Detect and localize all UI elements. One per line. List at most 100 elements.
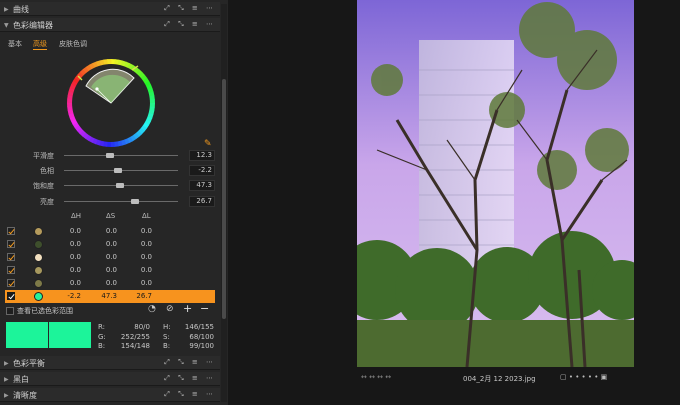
section-title: 色彩平衡	[13, 359, 45, 368]
slider-track[interactable]	[64, 199, 178, 204]
expand-triangle-icon[interactable]: ▶	[4, 6, 9, 13]
column-header-dl: ΔL	[142, 212, 151, 220]
expand-triangle-icon[interactable]: ▶	[4, 392, 9, 399]
table-row[interactable]: 0.0 0.0 0.0	[5, 238, 215, 251]
readout-r-label: R:	[98, 323, 106, 331]
table-row[interactable]: 0.0 0.0 0.0	[5, 277, 215, 290]
slider-label: 色相	[40, 167, 54, 175]
color-dot	[34, 279, 43, 288]
slider-value-field[interactable]: 47.3	[189, 180, 215, 191]
color-wheel[interactable]	[64, 56, 158, 150]
slider-track[interactable]	[64, 183, 178, 188]
section-title: 曲线	[13, 5, 29, 14]
row-checkbox[interactable]	[7, 240, 15, 248]
section-clarity-header[interactable]: ▶ 清晰度 ⤢ ⤡ ≡ ⋯	[0, 388, 220, 402]
slider-track[interactable]	[64, 153, 178, 158]
scrollbar-thumb[interactable]	[222, 79, 226, 319]
swatch-after	[49, 322, 91, 348]
section-tools-icons[interactable]: ⤢ ⤡ ≡ ⋯	[164, 20, 216, 29]
section-title: 黑白	[13, 375, 29, 384]
cell-ds: 0.0	[105, 266, 117, 274]
cell-dh: 0.0	[69, 266, 81, 274]
section-color-balance-header[interactable]: ▶ 色彩平衡 ⤢ ⤡ ≡ ⋯	[0, 356, 220, 370]
add-icon[interactable]: +	[183, 302, 192, 315]
section-tools-icons[interactable]: ⤢ ⤡ ≡ ⋯	[164, 358, 216, 367]
view-range-label: 查看已选色彩范围	[17, 307, 73, 315]
readout-r-value: 80/0	[134, 323, 150, 331]
readout-bright-label: B:	[163, 342, 171, 350]
color-picker-icon[interactable]: ✎	[204, 139, 212, 149]
swatch-before	[6, 322, 48, 348]
section-tools-icons[interactable]: ⤢ ⤡ ≡ ⋯	[164, 4, 216, 13]
readout-b-value: 154/148	[120, 342, 150, 350]
color-dot	[34, 240, 43, 249]
remove-icon[interactable]: −	[200, 302, 209, 315]
viewer-controls-icons[interactable]: ▢ • • • • • ▣	[560, 373, 607, 381]
readout-h-label: H:	[163, 323, 171, 331]
tab-advanced[interactable]: 高级	[33, 39, 47, 50]
readout-g-value: 252/255	[120, 333, 150, 341]
image-filename: 004_2月 12 2023.jpg	[463, 375, 536, 383]
picker-target-icon[interactable]: ⊘	[166, 304, 174, 314]
section-curves-header[interactable]: ▶ 曲线 ⤢ ⤡ ≡ ⋯	[0, 2, 220, 16]
section-title: 清晰度	[13, 391, 37, 400]
view-range-checkbox[interactable]	[6, 307, 14, 315]
color-dot	[34, 227, 43, 236]
slider-value-field[interactable]: 26.7	[189, 196, 215, 207]
section-tools-icons[interactable]: ⤢ ⤡ ≡ ⋯	[164, 390, 216, 399]
slider-knob[interactable]	[116, 183, 124, 188]
slider-value-field[interactable]: 12.3	[189, 150, 215, 161]
row-checkbox[interactable]	[7, 266, 15, 274]
cell-ds: 0.0	[105, 240, 117, 248]
cell-dl: 0.0	[140, 227, 152, 235]
tab-basic[interactable]: 基本	[8, 39, 22, 49]
table-row[interactable]: 0.0 0.0 0.0	[5, 264, 215, 277]
section-tools-icons[interactable]: ⤢ ⤡ ≡ ⋯	[164, 374, 216, 383]
readout-bright-value: 99/100	[189, 342, 214, 350]
slider-label: 亮度	[40, 198, 54, 206]
section-color-editor-header[interactable]: ▼ 色彩编辑器 ⤢ ⤡ ≡ ⋯	[0, 18, 220, 32]
column-header-dh: ΔH	[71, 212, 82, 220]
slider-label: 平滑度	[33, 152, 54, 160]
cell-ds: 0.0	[105, 279, 117, 287]
row-checkbox[interactable]	[7, 253, 15, 261]
section-title: 色彩编辑器	[13, 21, 53, 30]
slider-label: 饱和度	[33, 182, 54, 190]
readout-b-label: B:	[98, 342, 106, 350]
table-row[interactable]: 0.0 0.0 0.0	[5, 251, 215, 264]
row-checkbox[interactable]	[7, 292, 15, 300]
slider-track[interactable]	[64, 168, 178, 173]
table-row[interactable]: 0.0 0.0 0.0	[5, 225, 215, 238]
expand-triangle-icon[interactable]: ▶	[4, 376, 9, 383]
slider-knob[interactable]	[114, 168, 122, 173]
expand-triangle-icon[interactable]: ▶	[4, 360, 9, 367]
section-bw-header[interactable]: ▶ 黑白 ⤢ ⤡ ≡ ⋯	[0, 372, 220, 386]
cell-dh: 0.0	[69, 279, 81, 287]
cell-dh: -2.2	[67, 292, 81, 300]
row-checkbox[interactable]	[7, 279, 15, 287]
readout-g-label: G:	[98, 333, 106, 341]
readout-h-value: 146/155	[184, 323, 214, 331]
color-dot	[34, 253, 43, 262]
cell-ds: 0.0	[105, 253, 117, 261]
panel-scrollbar[interactable]	[221, 4, 227, 402]
cell-ds: 47.3	[101, 292, 117, 300]
cell-dl: 0.0	[140, 240, 152, 248]
cell-dl: 0.0	[140, 279, 152, 287]
column-header-ds: ΔS	[106, 212, 116, 220]
color-dot	[34, 266, 43, 275]
cell-dh: 0.0	[69, 253, 81, 261]
tab-skin-tone[interactable]: 皮肤色调	[59, 39, 87, 49]
color-dot	[34, 292, 43, 301]
slider-value-field[interactable]: -2.2	[189, 165, 215, 176]
slider-knob[interactable]	[131, 199, 139, 204]
row-checkbox[interactable]	[7, 227, 15, 235]
cell-dh: 0.0	[69, 227, 81, 235]
photo-viewer-image[interactable]	[357, 0, 634, 367]
cell-dl: 0.0	[140, 266, 152, 274]
collapse-triangle-icon[interactable]: ▼	[4, 22, 9, 29]
nav-arrows[interactable]: ↔ ↔ ↔ ↔	[361, 373, 391, 381]
slider-knob[interactable]	[106, 153, 114, 158]
pie-icon[interactable]: ◔	[148, 304, 156, 314]
readout-s-label: S:	[163, 333, 170, 341]
